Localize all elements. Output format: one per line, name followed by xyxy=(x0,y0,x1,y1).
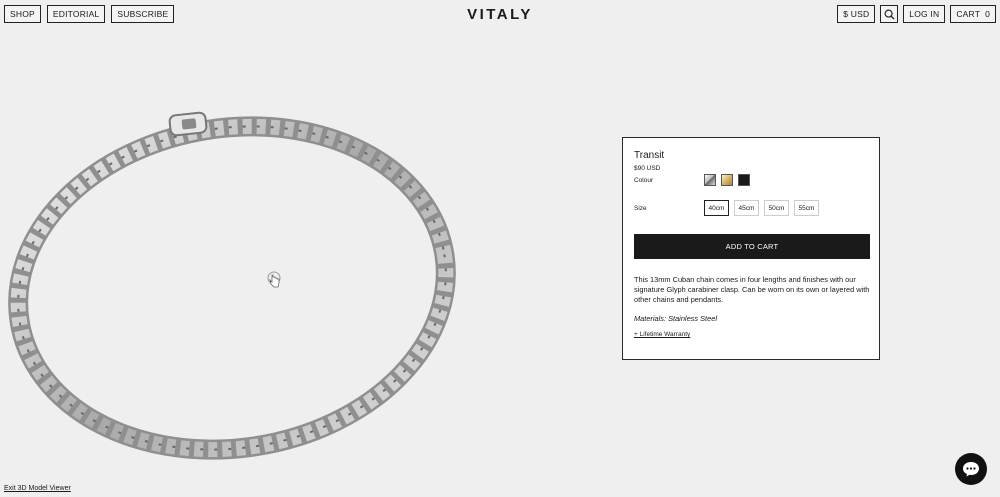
product-card: Transit $90 USD Colour Size 40cm 45cm 50… xyxy=(622,137,880,360)
size-option-55cm[interactable]: 55cm xyxy=(794,200,819,216)
swatch-silver[interactable] xyxy=(704,174,716,186)
hand-cursor-icon xyxy=(267,271,281,288)
size-option-50cm[interactable]: 50cm xyxy=(764,200,789,216)
size-option-45cm[interactable]: 45cm xyxy=(734,200,759,216)
product-materials: Materials: Stainless Steel xyxy=(634,314,717,323)
size-options: 40cm 45cm 50cm 55cm xyxy=(704,200,819,216)
search-button[interactable] xyxy=(880,5,899,23)
lifetime-warranty-link[interactable]: + Lifetime Warranty xyxy=(634,331,868,338)
size-label: Size xyxy=(634,204,647,212)
login-button[interactable]: LOG IN xyxy=(903,5,946,23)
swatch-gold[interactable] xyxy=(721,174,733,186)
chat-icon xyxy=(963,462,979,477)
chain-model-image[interactable] xyxy=(0,30,600,485)
exit-3d-viewer-link[interactable]: Exit 3D Model Viewer xyxy=(4,485,71,492)
size-row: Size 40cm 45cm 50cm 55cm xyxy=(634,200,868,216)
nav-right: $ USD LOG IN CART 0 xyxy=(837,5,996,23)
product-price: $90 USD xyxy=(634,165,661,172)
colour-swatches xyxy=(704,174,750,186)
chat-button[interactable] xyxy=(955,453,987,485)
add-to-cart-button[interactable]: ADD TO CART xyxy=(634,234,870,259)
swatch-black[interactable] xyxy=(738,174,750,186)
size-option-40cm[interactable]: 40cm xyxy=(704,200,729,216)
site-header: SHOP EDITORIAL SUBSCRIBE VITALY $ USD LO… xyxy=(0,0,1000,30)
colour-row: Colour xyxy=(634,174,868,186)
cart-button[interactable]: CART 0 xyxy=(950,5,996,23)
product-3d-viewer[interactable] xyxy=(0,30,600,485)
currency-button[interactable]: $ USD xyxy=(837,5,876,23)
colour-label: Colour xyxy=(634,176,654,184)
product-name: Transit xyxy=(634,150,665,161)
search-icon xyxy=(884,9,895,20)
product-description: This 13mm Cuban chain comes in four leng… xyxy=(634,275,870,304)
